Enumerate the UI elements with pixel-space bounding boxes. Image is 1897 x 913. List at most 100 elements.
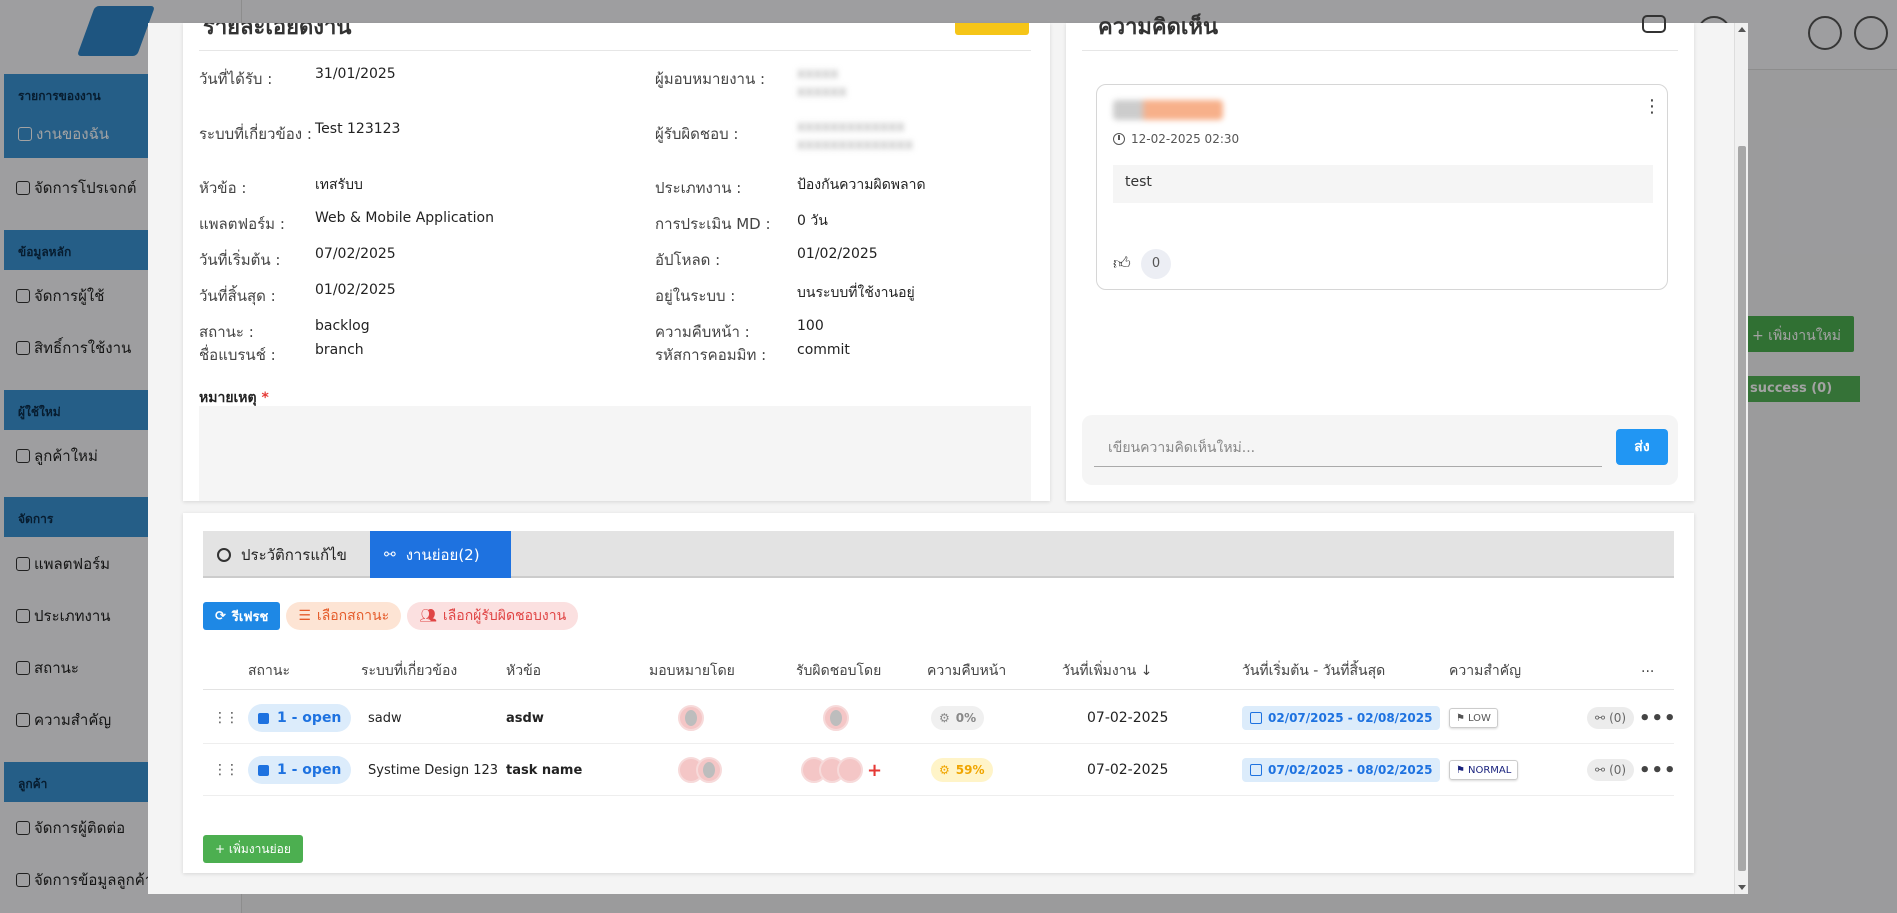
- field-label: ความคืบหน้า :: [655, 323, 750, 341]
- in-system-value: บนระบบที่ใช้งานอยู่: [797, 285, 915, 301]
- field-label: วันที่ได้รับ :: [199, 70, 273, 88]
- timestamp-text: 12-02-2025 02:30: [1131, 132, 1240, 146]
- avatar[interactable]: [678, 705, 704, 731]
- edit-button[interactable]: [955, 23, 1029, 35]
- avatar[interactable]: [696, 757, 722, 783]
- subtask-count-badge[interactable]: ⚯ (0): [1587, 759, 1635, 781]
- drag-handle-icon[interactable]: ⋮⋮: [213, 744, 239, 796]
- col-topic[interactable]: หัวข้อ: [506, 660, 541, 682]
- comments-card: ความคิดเห็น ⋮ 12-02-2025 02:30 test 👍︎ 0…: [1066, 15, 1694, 501]
- added-date-cell: 07-02-2025: [1087, 762, 1169, 778]
- divider: [199, 50, 1031, 51]
- priority-cell: ⚑ NORMAL: [1449, 744, 1519, 796]
- table-header: สถานะ ระบบที่เกี่ยวข้อง หัวข้อ มอบหมายโด…: [203, 646, 1674, 690]
- refresh-button[interactable]: ⟳ รีเฟรช: [203, 602, 281, 630]
- subtask-icon: ⚯: [384, 546, 396, 563]
- comment-icon: [1642, 15, 1666, 33]
- drag-handle-icon[interactable]: ⋮⋮: [213, 692, 239, 744]
- subtask-count-text: (0): [1609, 711, 1627, 725]
- note-textarea[interactable]: [199, 406, 1031, 501]
- start-date-value: 07/02/2025: [315, 246, 396, 262]
- date-range-cell: 07/02/2025 - 08/02/2025: [1242, 744, 1441, 796]
- scroll-up-icon[interactable]: [1738, 27, 1746, 32]
- refresh-label: รีเฟรช: [231, 609, 269, 625]
- subtask-count-cell: ⚯ (0): [1587, 692, 1635, 744]
- divider: [1082, 50, 1678, 51]
- detail-title: รายละเอียดงาน: [203, 23, 352, 40]
- priority-badge[interactable]: ⚑ LOW: [1449, 708, 1498, 728]
- filter-bar: ⟳ รีเฟรช ☰ เลือกสถานะ 👥︎ เลือกผู้รับผิดชอบง…: [203, 602, 579, 630]
- priority-badge[interactable]: ⚑ NORMAL: [1449, 760, 1519, 780]
- subtask-count-badge[interactable]: ⚯ (0): [1587, 707, 1635, 729]
- col-responsible[interactable]: รับผิดชอบโดย: [796, 660, 881, 682]
- thumbs-up-icon[interactable]: 👍︎: [1113, 253, 1131, 274]
- progress-text: 59%: [955, 763, 985, 777]
- comment-body: test: [1113, 165, 1653, 203]
- comment-composer: ส่ง: [1082, 415, 1678, 485]
- subtask-count-cell: ⚯ (0): [1587, 744, 1635, 796]
- assignee-filter[interactable]: 👥︎ เลือกผู้รับผิดชอบงาน: [407, 602, 579, 630]
- send-button[interactable]: ส่ง: [1616, 429, 1668, 465]
- date-range-badge[interactable]: 02/07/2025 - 02/08/2025: [1242, 706, 1441, 730]
- col-priority[interactable]: ความสำคัญ: [1449, 660, 1521, 682]
- field-label: วันที่เริ่มต้น :: [199, 251, 281, 269]
- avatar[interactable]: [823, 705, 849, 731]
- topic-cell[interactable]: task name: [506, 744, 582, 796]
- comments-title: ความคิดเห็น: [1098, 15, 1218, 40]
- status-cell: 1 - open: [248, 692, 352, 744]
- flag-icon: ⚑: [1456, 712, 1465, 724]
- add-subtask-button[interactable]: + เพิ่มงานย่อย: [203, 835, 303, 863]
- modal-scrollbar[interactable]: [1734, 23, 1748, 894]
- tab-subtasks[interactable]: ⚯ งานย่อย(2): [370, 531, 511, 578]
- tabs-bar: ประวัติการแก้ไข ⚯ งานย่อย(2): [203, 531, 1674, 578]
- sort-down-icon[interactable]: ↓: [1141, 663, 1153, 679]
- scrollbar-thumb[interactable]: [1738, 146, 1746, 871]
- progress-text: 0%: [955, 711, 977, 725]
- field-label: ผู้มอบหมายงาน :: [655, 70, 766, 88]
- status-cell: 1 - open: [248, 744, 352, 796]
- tab-label: งานย่อย(2): [405, 545, 480, 564]
- scroll-down-icon[interactable]: [1738, 885, 1746, 890]
- assignee-filter-label: เลือกผู้รับผิดชอบงาน: [442, 608, 567, 624]
- topic-value: เทสรับบ: [315, 177, 363, 193]
- col-assigned-by[interactable]: มอบหมายโดย: [649, 660, 735, 682]
- tab-history[interactable]: ประวัติการแก้ไข: [203, 531, 361, 578]
- status-text: 1 - open: [277, 762, 342, 778]
- comment-input[interactable]: [1094, 429, 1602, 467]
- like-count: 0: [1141, 249, 1171, 279]
- field-label: วันที่สิ้นสุด :: [199, 287, 276, 305]
- status-badge[interactable]: 1 - open: [248, 756, 352, 784]
- col-more[interactable]: ...: [1641, 660, 1654, 676]
- comment-author-blurred: [1113, 100, 1223, 120]
- col-system[interactable]: ระบบที่เกี่ยวข้อง: [361, 660, 457, 682]
- row-more-icon[interactable]: •••: [1639, 744, 1677, 796]
- field-label: สถานะ :: [199, 323, 254, 341]
- col-added-date[interactable]: วันที่เพิ่มงาน ↓: [1062, 660, 1152, 682]
- priority-cell: ⚑ LOW: [1449, 692, 1498, 744]
- assigned-by-cell: [678, 744, 722, 796]
- responsible-cell: [823, 692, 849, 744]
- col-progress[interactable]: ความคืบหน้า: [927, 660, 1006, 682]
- col-status[interactable]: สถานะ: [248, 660, 290, 682]
- upload-value: 01/02/2025: [797, 246, 878, 262]
- status-badge[interactable]: 1 - open: [248, 704, 352, 732]
- date-range-text: 02/07/2025 - 02/08/2025: [1268, 711, 1433, 725]
- status-filter[interactable]: ☰ เลือกสถานะ: [286, 602, 402, 630]
- topic-cell[interactable]: asdw: [506, 692, 544, 744]
- related-system-value: Test 123123: [315, 121, 401, 137]
- table-row[interactable]: ⋮⋮ 1 - open sadw asdw ⚙ 0% 07-02-2025 02/…: [203, 692, 1677, 744]
- avatar[interactable]: [837, 757, 863, 783]
- col-date-range[interactable]: วันที่เริ่มต้น - วันที่สิ้นสุด: [1242, 660, 1385, 682]
- kebab-menu-icon[interactable]: ⋮: [1643, 98, 1661, 116]
- status-filter-label: เลือกสถานะ: [316, 608, 390, 624]
- task-type-value: ป้องกันความผิดพลาด: [797, 177, 926, 193]
- added-date-cell: 07-02-2025: [1087, 710, 1169, 726]
- table-row[interactable]: ⋮⋮ 1 - open Systime Design 123 task name…: [203, 744, 1677, 796]
- row-more-icon[interactable]: •••: [1639, 692, 1677, 744]
- status-square-icon: [258, 764, 269, 776]
- status-square-icon: [258, 712, 269, 724]
- field-label: ระบบที่เกี่ยวข้อง :: [199, 125, 312, 143]
- branch-value: branch: [315, 342, 364, 358]
- date-range-badge[interactable]: 07/02/2025 - 08/02/2025: [1242, 758, 1441, 782]
- add-responsible-icon[interactable]: +: [867, 760, 882, 781]
